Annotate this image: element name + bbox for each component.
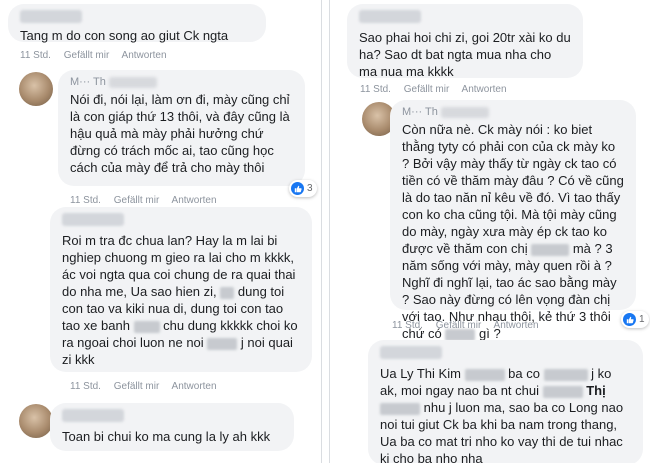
- comment-text: Roi m tra đc chua lan? Hay la m lai bi n…: [62, 233, 302, 367]
- reaction-badge[interactable]: 3: [289, 180, 317, 197]
- thumbs-up-icon: [623, 313, 636, 326]
- comment-timestamp: 11 Std.: [70, 381, 101, 392]
- comment-bubble: Tang m do con song ao giut Ck ngta: [8, 4, 266, 43]
- like-link[interactable]: Gefällt mir: [404, 84, 450, 95]
- comment-actions: 11 Std. Gefällt mir Antworten: [392, 320, 549, 331]
- comment-author[interactable]: [20, 10, 254, 26]
- comment-timestamp: 11 Std.: [70, 195, 101, 206]
- comment-bubble: Ua Ly Thi Kim ba co j ko ak, moi ngay na…: [368, 340, 643, 463]
- comment-actions: 11 Std. Gefällt mir Antworten: [20, 50, 177, 61]
- panel-separator: [322, 0, 329, 463]
- reply-link[interactable]: Antworten: [494, 320, 539, 331]
- reply-link[interactable]: Antworten: [462, 84, 507, 95]
- like-link[interactable]: Gefällt mir: [114, 195, 160, 206]
- comment-author[interactable]: [359, 10, 571, 26]
- like-link[interactable]: Gefällt mir: [114, 381, 160, 392]
- comment-text: Tang m do con song ao giut Ck ngta: [20, 28, 229, 43]
- comment-author[interactable]: [62, 409, 282, 425]
- like-link[interactable]: Gefällt mir: [436, 320, 482, 331]
- comment-timestamp: 11 Std.: [392, 320, 423, 331]
- comment-text: Toan bi chui ko ma cung la ly ah kkk: [62, 429, 271, 444]
- comment-timestamp: 11 Std.: [360, 84, 391, 95]
- reply-link[interactable]: Antworten: [172, 195, 217, 206]
- comment-bubble: M··· Th Còn nữa nè. Ck mày nói : ko biet…: [390, 100, 636, 341]
- reaction-badge[interactable]: 1: [621, 311, 649, 328]
- comment-text: Nói đi, nói lại, làm ơn đi, mày cũng chỉ…: [70, 92, 294, 175]
- comment-text: Ua Ly Thi Kim ba co j ko ak, moi ngay na…: [380, 366, 627, 463]
- comment-timestamp: 11 Std.: [20, 50, 51, 61]
- comment-bubble: Toan bi chui ko ma cung la ly ah kkk: [50, 403, 294, 451]
- comment-text: Còn nữa nè. Ck mày nói : ko biet thằng t…: [402, 122, 628, 341]
- comment-author[interactable]: M··· Th: [70, 76, 293, 88]
- comment-bubble: Roi m tra đc chua lan? Hay la m lai bi n…: [50, 207, 312, 372]
- comment-text: Sao phai hoi chi zi, goi 20tr xài ko du …: [359, 30, 575, 79]
- right-screenshot-panel: Sao phai hoi chi zi, goi 20tr xài ko du …: [329, 0, 650, 463]
- reply-link[interactable]: Antworten: [172, 381, 217, 392]
- comment-bubble: M··· Th Nói đi, nói lại, làm ơn đi, mày …: [58, 70, 305, 186]
- comment-author[interactable]: M··· Th: [402, 106, 624, 118]
- comment-actions: 11 Std. Gefällt mir Antworten: [70, 195, 227, 206]
- like-link[interactable]: Gefällt mir: [64, 50, 110, 61]
- comment-bubble: Sao phai hoi chi zi, goi 20tr xài ko du …: [347, 4, 583, 79]
- comment-actions: 11 Std. Gefällt mir Antworten: [70, 381, 227, 392]
- thumbs-up-icon: [291, 182, 304, 195]
- reaction-count: 3: [307, 183, 313, 194]
- reaction-count: 1: [639, 314, 645, 325]
- comment-actions: 11 Std. Gefällt mir Antworten: [360, 84, 517, 95]
- comment-author[interactable]: [62, 213, 300, 229]
- avatar[interactable]: [19, 72, 53, 106]
- left-screenshot-panel: Tang m do con song ao giut Ck ngta 11 St…: [0, 0, 322, 463]
- comment-author[interactable]: [380, 346, 631, 362]
- avatar[interactable]: [19, 404, 53, 438]
- reply-link[interactable]: Antworten: [122, 50, 167, 61]
